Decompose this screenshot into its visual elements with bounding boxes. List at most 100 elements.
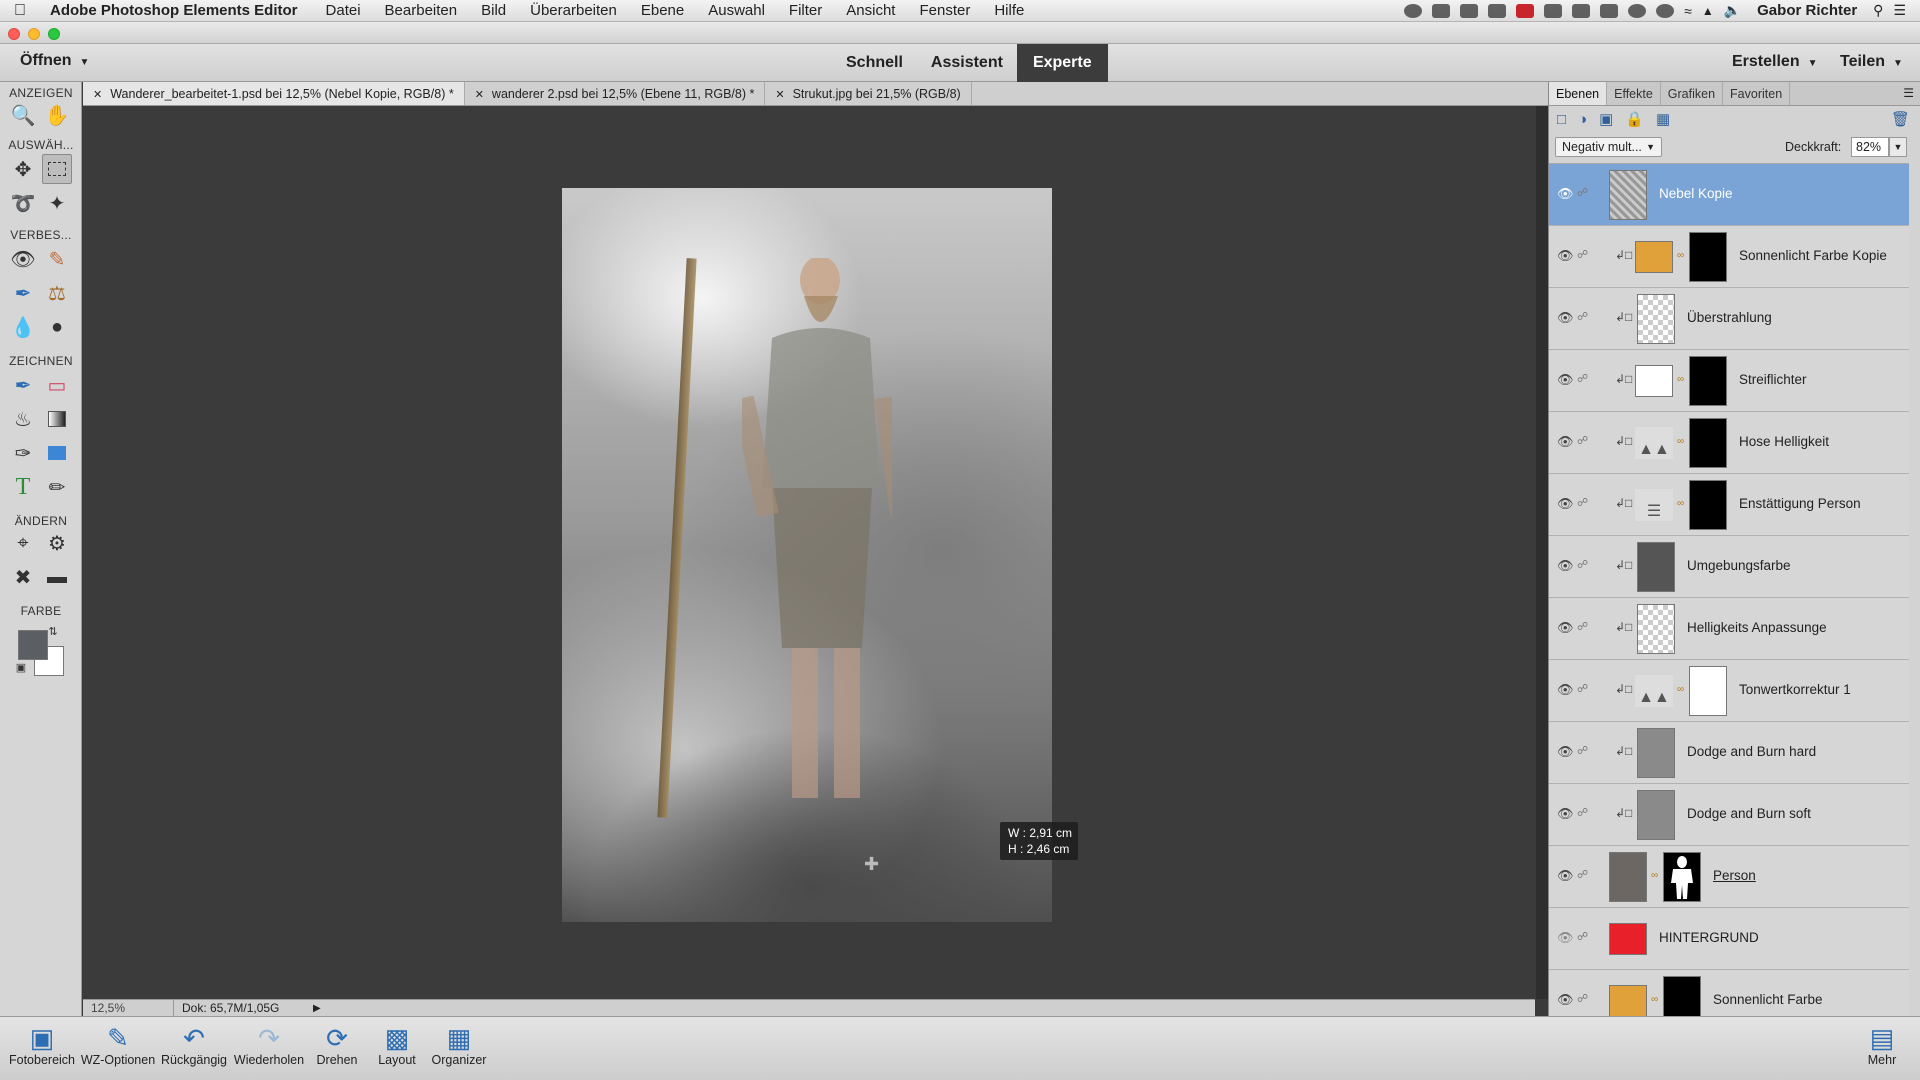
cloud-icon[interactable]	[1544, 3, 1563, 18]
adjustment-layer-icon[interactable]: ◑	[1578, 111, 1587, 128]
delete-layer-icon[interactable]: 🗑	[1891, 110, 1910, 128]
shape-tool-icon[interactable]	[42, 438, 72, 468]
mask-link-icon[interactable]: ∞	[1677, 250, 1684, 261]
magic-wand-tool-icon[interactable]: ✦	[42, 188, 72, 218]
mode-experte[interactable]: Experte	[1016, 44, 1108, 82]
drive-icon[interactable]	[1600, 3, 1619, 18]
eye-icon[interactable]: 👁	[1557, 744, 1574, 760]
eye-icon[interactable]: 👁	[1557, 372, 1574, 388]
airmail-icon[interactable]	[1572, 3, 1591, 18]
layer-helligkeits-anpassunge[interactable]: 👁 ☍ ↲□ Helligkeits Anpassunge	[1549, 598, 1909, 660]
gradient-tool-icon[interactable]	[42, 404, 72, 434]
menu-ueberarbeiten[interactable]: Überarbeiten	[518, 2, 629, 19]
link-icon[interactable]: ☍	[1577, 434, 1588, 447]
layer-enstaettigung-person[interactable]: 👁 ☍ ↲□ ☰ ∞ Enstättigung Person	[1549, 474, 1909, 536]
link-icon[interactable]: ☍	[1577, 744, 1588, 757]
time-machine-icon[interactable]	[1628, 3, 1647, 18]
mask-link-icon[interactable]: ∞	[1677, 498, 1684, 509]
zoom-level[interactable]: 12,5%	[91, 1000, 151, 1017]
move-tool-icon[interactable]: ✥	[8, 154, 38, 184]
link-icon[interactable]: ☍	[1577, 248, 1588, 261]
blend-mode-select[interactable]: Negativ mult... ▼	[1555, 137, 1662, 157]
clone-stamp-tool-icon[interactable]: ⚖	[42, 278, 72, 308]
minimize-window-icon[interactable]	[28, 28, 40, 40]
close-window-icon[interactable]	[8, 28, 20, 40]
eye-icon[interactable]: 👁	[1557, 682, 1574, 698]
sponge-tool-icon[interactable]: ●	[42, 312, 72, 342]
volume-icon[interactable]: 🔈	[1724, 2, 1741, 19]
lasso-tool-icon[interactable]: ➰	[8, 188, 38, 218]
straighten-tool-icon[interactable]: ▬	[42, 562, 72, 592]
tab-grafiken[interactable]: Grafiken	[1661, 82, 1724, 105]
new-layer-icon[interactable]: □	[1557, 111, 1566, 128]
wifi-icon[interactable]: ≈	[1684, 3, 1692, 19]
eye-icon[interactable]: 👁	[1557, 868, 1574, 884]
link-icon[interactable]: ☍	[1577, 496, 1588, 509]
doc-tab-wanderer-bearbeitet[interactable]: ✕ Wanderer_bearbeitet-1.psd bei 12,5% (Ne…	[83, 82, 465, 105]
brush-tool-icon[interactable]: ✒	[8, 370, 38, 400]
share-button[interactable]: Teilen ▼	[1840, 53, 1903, 71]
lock-transparency-icon[interactable]: ▦	[1656, 110, 1670, 128]
mode-schnell[interactable]: Schnell	[832, 44, 917, 82]
menu-auswahl[interactable]: Auswahl	[696, 2, 777, 19]
document-image[interactable]	[562, 188, 1052, 922]
eye-icon[interactable]: 👁	[1557, 992, 1574, 1008]
lock-all-icon[interactable]: 🔒	[1625, 110, 1644, 128]
eye-icon[interactable]: 👁	[1557, 806, 1574, 822]
vertical-scrollbar[interactable]	[1536, 106, 1548, 999]
notification-list-icon[interactable]: ☰	[1893, 2, 1906, 19]
record-icon[interactable]	[1404, 3, 1423, 18]
bluetooth-icon[interactable]	[1656, 3, 1675, 18]
default-colors-icon[interactable]: ▣	[14, 660, 28, 674]
more-button[interactable]: ▤ Mehr	[1860, 1023, 1904, 1067]
menu-datei[interactable]: Datei	[314, 2, 373, 19]
red-eye-tool-icon[interactable]: 👁	[8, 244, 38, 274]
layer-streiflichter[interactable]: 👁 ☍ ↲□ ∞ Streiflichter	[1549, 350, 1909, 412]
mask-link-icon[interactable]: ∞	[1677, 684, 1684, 695]
redo-button[interactable]: ↷ Wiederholen	[230, 1023, 308, 1067]
status-menu-arrow-icon[interactable]: ▶	[313, 1000, 321, 1017]
link-icon[interactable]: ☍	[1577, 682, 1588, 695]
eye-icon[interactable]: 👁	[1557, 248, 1574, 264]
close-tab-icon[interactable]: ✕	[475, 89, 484, 101]
menu-ebene[interactable]: Ebene	[629, 2, 696, 19]
adobe-icon[interactable]	[1516, 3, 1535, 18]
close-tab-icon[interactable]: ✕	[93, 89, 102, 101]
zoom-tool-icon[interactable]: 🔍	[8, 100, 38, 130]
mask-link-icon[interactable]: ∞	[1651, 870, 1658, 881]
display-icon[interactable]	[1460, 3, 1479, 18]
eye-icon[interactable]: 👁	[1557, 186, 1574, 202]
healing-brush-tool-icon[interactable]: ✎	[42, 244, 72, 274]
create-button[interactable]: Erstellen ▼	[1732, 53, 1818, 71]
eye-icon[interactable]: 👁	[1557, 310, 1574, 326]
layer-hose-helligkeit[interactable]: 👁 ☍ ↲□ ▲▲ ∞ Hose Helligkeit	[1549, 412, 1909, 474]
layout-button[interactable]: ▩ Layout	[366, 1023, 428, 1067]
layer-person[interactable]: 👁 ☍ ∞ Person	[1549, 846, 1909, 908]
tab-effekte[interactable]: Effekte	[1607, 82, 1661, 105]
marquee-tool-icon[interactable]	[42, 154, 72, 184]
layer-mask-icon[interactable]: ▣	[1599, 110, 1613, 128]
link-icon[interactable]: ☍	[1577, 930, 1588, 943]
apple-icon[interactable]: 	[14, 2, 42, 20]
screen-icon[interactable]	[1432, 3, 1451, 18]
menu-fenster[interactable]: Fenster	[907, 2, 982, 19]
paint-bucket-tool-icon[interactable]: ♨	[8, 404, 38, 434]
opacity-dropdown-icon[interactable]: ▼	[1889, 137, 1907, 157]
layer-umgebungsfarbe[interactable]: 👁 ☍ ↲□ Umgebungsfarbe	[1549, 536, 1909, 598]
menu-bild[interactable]: Bild	[469, 2, 518, 19]
eye-icon[interactable]: 👁	[1557, 620, 1574, 636]
link-icon[interactable]: ☍	[1577, 620, 1588, 633]
recompose-tool-icon[interactable]: ⚙	[42, 528, 72, 558]
link-icon[interactable]: ☍	[1577, 868, 1588, 881]
link-icon[interactable]: ☍	[1577, 806, 1588, 819]
layer-sonnenlicht-farbe-kopie[interactable]: 👁 ☍ ↲□ ∞ Sonnenlicht Farbe Kopie	[1549, 226, 1909, 288]
opacity-input[interactable]: 82%	[1851, 137, 1889, 157]
text-tool-icon[interactable]: T	[8, 472, 38, 502]
menu-hilfe[interactable]: Hilfe	[982, 2, 1036, 19]
link-icon[interactable]: ☍	[1577, 372, 1588, 385]
layer-hintergrund[interactable]: 👁 ☍ HINTERGRUND	[1549, 908, 1909, 970]
swap-colors-icon[interactable]: ⇅	[46, 624, 60, 638]
doc-tab-strukut[interactable]: ✕ Strukut.jpg bei 21,5% (RGB/8)	[765, 82, 972, 105]
link-icon[interactable]: ☍	[1577, 310, 1588, 323]
mask-link-icon[interactable]: ∞	[1677, 436, 1684, 447]
